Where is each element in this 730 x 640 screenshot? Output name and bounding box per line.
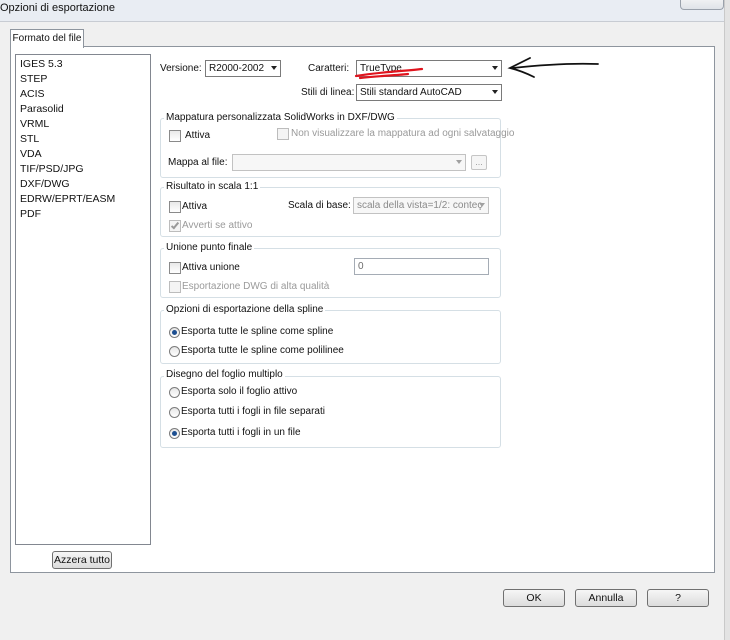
line-styles-value: Stili standard AutoCAD — [360, 87, 462, 98]
high-quality-dwg-checkbox[interactable] — [169, 281, 181, 293]
enable-scale-checkbox[interactable] — [169, 201, 181, 213]
radio-label: Esporta tutte le spline come polilinee — [181, 345, 344, 356]
chevron-down-icon — [456, 160, 462, 164]
radio-label: Esporta tutti i fogli in un file — [181, 427, 301, 438]
list-item[interactable]: PDF — [20, 207, 150, 222]
checkbox-label: Avverti se attivo — [182, 220, 253, 231]
group-title: Risultato in scala 1:1 — [164, 181, 261, 192]
radio-dot-icon — [172, 431, 177, 436]
base-scale-select[interactable]: scala della vista=1/2: conteç — [353, 197, 489, 214]
list-item[interactable]: STL — [20, 132, 150, 147]
spline-as-spline-radio[interactable] — [169, 327, 180, 338]
list-item[interactable]: Parasolid — [20, 102, 150, 117]
annotation-overlay — [354, 57, 599, 80]
arrow-annotation-icon — [507, 57, 599, 78]
close-button[interactable] — [680, 0, 724, 10]
checkbox-label: Attiva — [182, 201, 208, 212]
map-file-select[interactable] — [232, 154, 466, 171]
chevron-down-icon — [271, 66, 277, 70]
fonts-label: Caratteri: — [308, 63, 350, 74]
warn-checkbox[interactable] — [169, 220, 181, 232]
radio-label: Esporta tutte le spline come spline — [181, 326, 334, 337]
list-item[interactable]: IGES 5.3 — [20, 57, 150, 72]
format-list[interactable]: IGES 5.3 STEP ACIS Parasolid VRML STL VD… — [15, 54, 151, 545]
list-item[interactable]: DXF/DWG — [20, 177, 150, 192]
list-item[interactable]: STEP — [20, 72, 150, 87]
list-item[interactable]: ACIS — [20, 87, 150, 102]
group-title: Opzioni di esportazione della spline — [164, 304, 326, 315]
list-item[interactable]: EDRW/EPRT/EASM — [20, 192, 150, 207]
checkbox-label: Esportazione DWG di alta qualità — [182, 281, 330, 292]
no-show-mapping-checkbox[interactable] — [277, 128, 289, 140]
export-separate-files-radio[interactable] — [169, 407, 180, 418]
list-item[interactable]: VRML — [20, 117, 150, 132]
cancel-button[interactable]: Annulla — [575, 589, 637, 607]
merge-tolerance-input[interactable]: 0 — [354, 258, 489, 275]
reset-all-button[interactable]: Azzera tutto — [52, 551, 112, 569]
checkbox-label: Attiva — [185, 130, 211, 141]
line-styles-label: Stili di linea: — [301, 87, 355, 98]
group-title: Mappatura personalizzata SolidWorks in D… — [164, 112, 397, 123]
checkbox-label: Attiva unione — [182, 262, 240, 273]
title-bar: Opzioni di esportazione — [0, 0, 730, 22]
red-underline-mark — [354, 67, 424, 80]
enable-mapping-checkbox[interactable] — [169, 130, 181, 142]
check-icon — [170, 220, 180, 230]
chevron-down-icon — [492, 90, 498, 94]
radio-dot-icon — [172, 330, 177, 335]
chevron-down-icon — [479, 203, 485, 207]
export-active-sheet-radio[interactable] — [169, 387, 180, 398]
window-edge — [724, 0, 730, 640]
enable-merge-checkbox[interactable] — [169, 262, 181, 274]
map-file-label: Mappa al file: — [168, 157, 228, 168]
window-title: Opzioni di esportazione — [0, 2, 115, 14]
group-title: Disegno del foglio multiplo — [164, 369, 285, 380]
list-item[interactable]: VDA — [20, 147, 150, 162]
browse-button[interactable]: ... — [471, 155, 487, 170]
group-title: Unione punto finale — [164, 242, 255, 253]
checkbox-label: Non visualizzare la mappatura ad ogni sa… — [291, 128, 515, 139]
radio-label: Esporta solo il foglio attivo — [181, 386, 298, 397]
export-one-file-radio[interactable] — [169, 428, 180, 439]
ok-button[interactable]: OK — [503, 589, 565, 607]
list-item[interactable]: TIF/PSD/JPG — [20, 162, 150, 177]
tab-file-format[interactable]: Formato del file — [10, 29, 84, 48]
line-styles-select[interactable]: Stili standard AutoCAD — [356, 84, 502, 101]
spline-as-polyline-radio[interactable] — [169, 346, 180, 357]
help-button[interactable]: ? — [647, 589, 709, 607]
version-select[interactable]: R2000-2002 — [205, 60, 281, 77]
base-scale-value: scala della vista=1/2: conteç — [357, 200, 483, 211]
version-value: R2000-2002 — [209, 63, 265, 74]
radio-label: Esporta tutti i fogli in file separati — [181, 406, 325, 417]
base-scale-label: Scala di base: — [288, 200, 351, 211]
version-label: Versione: — [160, 63, 202, 74]
